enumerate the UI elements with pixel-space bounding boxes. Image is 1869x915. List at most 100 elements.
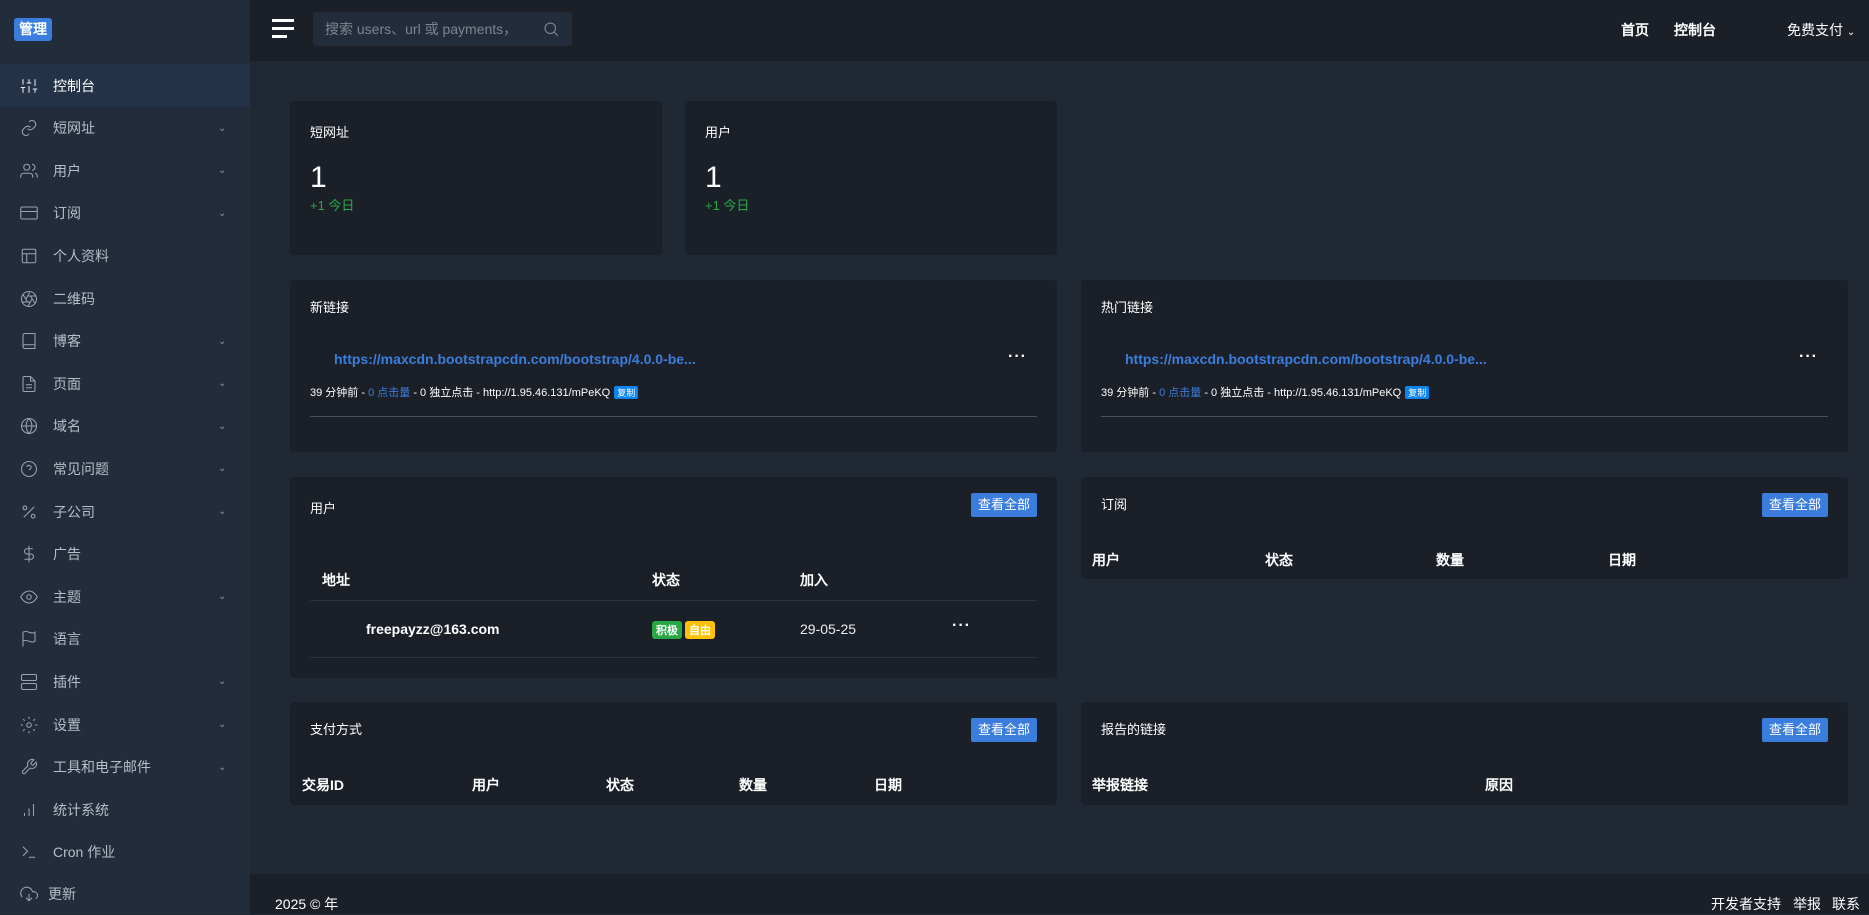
short-url: http://1.95.46.131/mPeKQ bbox=[483, 387, 611, 399]
sidebar-item-15[interactable]: 设置 ⌄ bbox=[0, 703, 250, 746]
card-title: 新链接 bbox=[310, 300, 350, 315]
sidebar-item-13[interactable]: 语言 bbox=[0, 618, 250, 661]
sidebar-item-label: 子公司 bbox=[53, 503, 95, 520]
chevron-down-icon: ⌄ bbox=[218, 165, 227, 177]
gear-icon bbox=[19, 715, 39, 735]
chevron-down-icon: ⌄ bbox=[218, 506, 227, 517]
sidebar: 管理 控制台 短网址 ⌄ 用户 ⌄ 订阅 ⌄ 个人资料 二维码 博客 ⌄ 页面 ⌄ 域名 ⌄ 常见问题 ⌄ 子公司… bbox=[0, 0, 250, 914]
sliders-icon bbox=[19, 76, 39, 96]
sidebar-item-label: 用户 bbox=[53, 162, 81, 179]
column-header: 数量 bbox=[739, 777, 767, 793]
sidebar-item-label: 主题 bbox=[53, 588, 81, 605]
credit-card-icon bbox=[19, 203, 39, 223]
more-options-icon[interactable]: ··· bbox=[952, 617, 971, 635]
sidebar-item-14[interactable]: 插件 ⌄ bbox=[0, 660, 250, 703]
sidebar-item-16[interactable]: 工具和电子邮件 ⌄ bbox=[0, 746, 250, 789]
sidebar-item-label: 订阅 bbox=[53, 205, 81, 222]
sidebar-item-18[interactable]: Cron 作业 bbox=[0, 831, 250, 874]
cloud-download-icon bbox=[19, 884, 39, 904]
stat-delta: +1 今日 bbox=[310, 198, 355, 213]
sidebar-item-3[interactable]: 订阅 ⌄ bbox=[0, 192, 250, 235]
column-header: 日期 bbox=[874, 777, 902, 793]
sidebar-item-17[interactable]: 统计系统 bbox=[0, 788, 250, 831]
chevron-down-icon: ⌄ bbox=[218, 335, 227, 347]
sidebar-item-19[interactable]: 更新 bbox=[0, 872, 250, 915]
link-url[interactable]: https://maxcdn.bootstrapcdn.com/bootstra… bbox=[334, 351, 696, 367]
more-options-icon[interactable]: ··· bbox=[1799, 348, 1818, 366]
chevron-down-icon: ⌄ bbox=[218, 420, 227, 432]
copyright: 2025 © 年 bbox=[275, 896, 339, 912]
menu-toggle-icon[interactable] bbox=[272, 19, 296, 39]
sidebar-item-2[interactable]: 用户 ⌄ bbox=[0, 149, 250, 192]
stat-value: 1 bbox=[310, 161, 327, 194]
logo[interactable]: 管理 bbox=[14, 18, 52, 41]
account-name: 免费支付 bbox=[1787, 22, 1843, 38]
sidebar-item-12[interactable]: 主题 ⌄ bbox=[0, 575, 250, 618]
column-header: 状态 bbox=[652, 572, 680, 588]
column-header: 数量 bbox=[1436, 552, 1464, 568]
sidebar-item-11[interactable]: 广告 bbox=[0, 533, 250, 576]
card-title: 热门链接 bbox=[1101, 300, 1154, 315]
sidebar-item-8[interactable]: 域名 ⌄ bbox=[0, 405, 250, 448]
sidebar-item-label: 设置 bbox=[53, 716, 81, 733]
link-meta: 39 分钟前 - 0 点击量 - 0 独立点击 - http://1.95.46… bbox=[1101, 384, 1430, 400]
sidebar-item-1[interactable]: 短网址 ⌄ bbox=[0, 107, 250, 150]
footer-link-developer[interactable]: 开发者支持 bbox=[1711, 894, 1781, 914]
nav-dashboard[interactable]: 控制台 bbox=[1674, 20, 1716, 40]
sidebar-item-10[interactable]: 子公司 ⌄ bbox=[0, 490, 250, 533]
search-icon[interactable] bbox=[542, 20, 560, 38]
clicks-link[interactable]: 0 点击量 bbox=[1159, 387, 1201, 399]
clicks-link[interactable]: 0 点击量 bbox=[368, 387, 410, 399]
sidebar-item-7[interactable]: 页面 ⌄ bbox=[0, 362, 250, 405]
copy-button[interactable]: 复制 bbox=[614, 386, 639, 399]
more-options-icon[interactable]: ··· bbox=[1008, 348, 1027, 366]
sidebar-item-9[interactable]: 常见问题 ⌄ bbox=[0, 447, 250, 490]
copy-button[interactable]: 复制 bbox=[1405, 386, 1430, 399]
book-icon bbox=[19, 331, 39, 351]
footer-link-report[interactable]: 举报 bbox=[1793, 894, 1821, 914]
view-all-button[interactable]: 查看全部 bbox=[1762, 493, 1828, 517]
sidebar-item-label: 工具和电子邮件 bbox=[53, 759, 151, 776]
server-icon bbox=[19, 672, 39, 692]
aperture-icon bbox=[19, 289, 39, 309]
search-box bbox=[313, 12, 572, 46]
sidebar-item-label: 插件 bbox=[53, 673, 81, 690]
sidebar-item-label: 页面 bbox=[53, 375, 81, 392]
hot-links-card: 热门链接 https://maxcdn.bootstrapcdn.com/boo… bbox=[1081, 280, 1848, 452]
view-all-button[interactable]: 查看全部 bbox=[1762, 718, 1828, 742]
sidebar-item-label: 更新 bbox=[48, 885, 76, 902]
column-header: 举报链接 bbox=[1092, 777, 1148, 793]
status-badge: 积极 bbox=[652, 621, 682, 639]
link-url[interactable]: https://maxcdn.bootstrapcdn.com/bootstra… bbox=[1125, 351, 1487, 367]
search-input[interactable] bbox=[313, 21, 528, 37]
sidebar-item-label: 控制台 bbox=[53, 77, 95, 94]
chevron-down-icon: ⌄ bbox=[218, 207, 227, 219]
chevron-down-icon: ⌄ bbox=[1846, 27, 1856, 38]
sidebar-item-label: 博客 bbox=[53, 333, 81, 350]
account-menu[interactable]: 免费支付 ⌄ bbox=[1787, 20, 1855, 40]
sidebar-item-0[interactable]: 控制台 bbox=[0, 64, 250, 107]
nav-home[interactable]: 首页 bbox=[1621, 20, 1649, 40]
column-header: 状态 bbox=[1265, 552, 1293, 568]
stat-title: 用户 bbox=[705, 125, 732, 140]
column-header: 日期 bbox=[1608, 552, 1636, 568]
link-meta: 39 分钟前 - 0 点击量 - 0 独立点击 - http://1.95.46… bbox=[310, 384, 639, 400]
sidebar-item-4[interactable]: 个人资料 bbox=[0, 234, 250, 277]
footer-link-contact[interactable]: 联系 bbox=[1832, 894, 1860, 914]
sidebar-item-5[interactable]: 二维码 bbox=[0, 277, 250, 320]
payments-card: 支付方式 查看全部 交易ID 用户 状态 数量 日期 bbox=[290, 702, 1057, 805]
view-all-button[interactable]: 查看全部 bbox=[971, 493, 1037, 517]
help-circle-icon bbox=[19, 459, 39, 479]
reported-links-card: 报告的链接 查看全部 举报链接 原因 bbox=[1081, 702, 1848, 805]
sidebar-item-label: 短网址 bbox=[53, 120, 95, 137]
globe-icon bbox=[19, 416, 39, 436]
column-header: 原因 bbox=[1485, 777, 1513, 793]
user-email[interactable]: freepayzz@163.com bbox=[366, 621, 500, 637]
topbar: 首页 控制台 免费支付 ⌄ bbox=[250, 0, 1869, 61]
view-all-button[interactable]: 查看全部 bbox=[971, 718, 1037, 742]
stat-card-links: 短网址 1 +1 今日 bbox=[290, 101, 662, 255]
sidebar-item-6[interactable]: 博客 ⌄ bbox=[0, 320, 250, 363]
column-header: 用户 bbox=[472, 777, 500, 793]
divider bbox=[310, 416, 1037, 417]
users-card: 用户 查看全部 地址 状态 加入 freepayzz@163.com 积极 自由 … bbox=[290, 477, 1057, 678]
